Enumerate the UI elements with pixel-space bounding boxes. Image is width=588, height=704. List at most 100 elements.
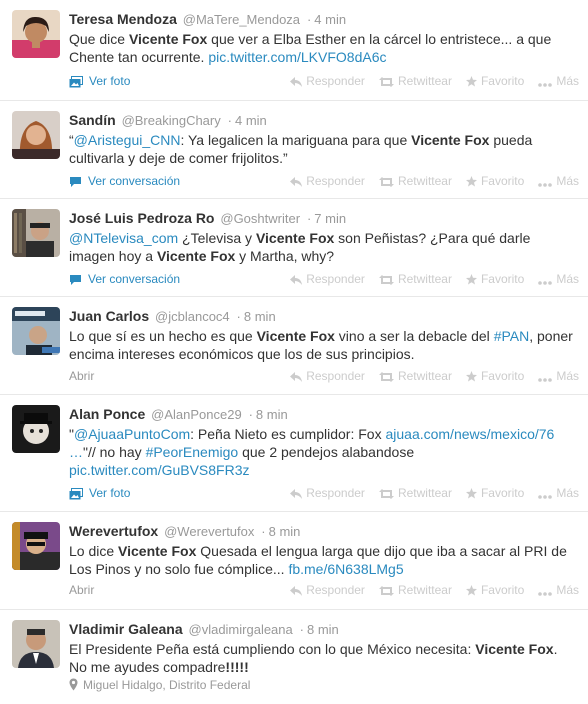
favorite-button[interactable]: Favorito [465, 271, 524, 289]
retweet-icon [378, 487, 394, 503]
view-conversation-link[interactable]: Ver conversación [69, 271, 180, 290]
retweet-button[interactable]: Retwittear [378, 368, 452, 386]
expand-label: Ver conversación [88, 272, 181, 286]
tweet-header: José Luis Pedroza Ro @Goshtwriter · 7 min [69, 208, 579, 228]
tweet[interactable]: José Luis Pedroza Ro @Goshtwriter · 7 min… [0, 199, 588, 297]
more-button[interactable]: Más [538, 73, 579, 91]
tweet[interactable]: Sandín @BreakingChary · 4 min “@Aristegui… [0, 101, 588, 199]
favorite-button[interactable]: Favorito [465, 582, 524, 600]
avatar[interactable] [12, 10, 60, 58]
author-name[interactable]: Werevertufox [69, 523, 158, 539]
avatar[interactable] [12, 620, 60, 668]
more-dots-icon [538, 584, 553, 600]
photo-icon [69, 76, 83, 92]
avatar[interactable] [12, 307, 60, 355]
retweet-button[interactable]: Retwittear [378, 73, 452, 91]
more-button[interactable]: Más [538, 368, 579, 386]
tweet-text-segment: y Martha, why? [235, 248, 335, 264]
action-label: Retwittear [397, 272, 452, 286]
separator-dot: · [248, 407, 253, 422]
tweet-time[interactable]: 7 min [314, 211, 346, 226]
tweet-time[interactable]: 8 min [244, 309, 276, 324]
author-name[interactable]: Juan Carlos [69, 308, 149, 324]
tweet[interactable]: Vladimir Galeana @vladimirgaleana · 8 min… [0, 610, 588, 704]
tweet-actions: Responder Retwittear Favorito Más [276, 582, 579, 600]
highlighted-term: Vicente Fox [118, 543, 197, 559]
tweet-link[interactable]: @AjuaaPuntoCom [74, 426, 190, 442]
reply-button[interactable]: Responder [290, 73, 365, 91]
tweet-link[interactable]: @NTelevisa_com [69, 230, 178, 246]
retweet-button[interactable]: Retwittear [378, 582, 452, 600]
author-username[interactable]: @MaTere_Mendoza [183, 12, 300, 27]
author-name[interactable]: Teresa Mendoza [69, 11, 177, 27]
reply-button[interactable]: Responder [290, 368, 365, 386]
more-button[interactable]: Más [538, 173, 579, 191]
action-label: Más [556, 486, 579, 500]
avatar[interactable] [12, 522, 60, 570]
tweet[interactable]: Teresa Mendoza @MaTere_Mendoza · 4 min Qu… [0, 0, 588, 101]
retweet-button[interactable]: Retwittear [378, 271, 452, 289]
tweet-link[interactable]: #PAN [494, 328, 530, 344]
reply-icon [290, 75, 303, 91]
tweet-time[interactable]: 4 min [235, 113, 267, 128]
avatar[interactable] [12, 405, 60, 453]
tweet-time[interactable]: 4 min [314, 12, 346, 27]
open-tweet-link[interactable]: Abrir [69, 368, 94, 384]
author-username[interactable]: @Goshtwriter [220, 211, 300, 226]
more-button[interactable]: Más [538, 271, 579, 289]
favorite-button[interactable]: Favorito [465, 173, 524, 191]
author-username[interactable]: @BreakingChary [122, 113, 221, 128]
favorite-button[interactable]: Favorito [465, 368, 524, 386]
author-username[interactable]: @Werevertufox [164, 524, 254, 539]
avatar[interactable] [12, 209, 60, 257]
action-label: Responder [306, 583, 365, 597]
view-photo-link[interactable]: Ver foto [69, 485, 130, 504]
reply-button[interactable]: Responder [290, 582, 365, 600]
author-name[interactable]: Alan Ponce [69, 406, 145, 422]
tweet-link[interactable]: pic.twitter.com/LKVFO8dA6c [208, 49, 386, 65]
favorite-button[interactable]: Favorito [465, 485, 524, 503]
author-username[interactable]: @AlanPonce29 [151, 407, 242, 422]
tweet[interactable]: Juan Carlos @jcblancoc4 · 8 min Lo que sí… [0, 297, 588, 395]
separator-dot: · [306, 12, 312, 27]
tweet-link[interactable]: #PeorEnemigo [146, 444, 239, 460]
separator-dot: · [236, 309, 241, 324]
favorite-star-icon [465, 487, 477, 503]
tweet-time[interactable]: 8 min [269, 524, 301, 539]
retweet-button[interactable]: Retwittear [378, 173, 452, 191]
more-button[interactable]: Más [538, 582, 579, 600]
more-dots-icon [538, 273, 553, 289]
tweet-footer: Ver foto Responder Retwittear Favorito Más [69, 73, 579, 89]
more-button[interactable]: Más [538, 485, 579, 503]
tweet-actions: Responder Retwittear Favorito Más [276, 271, 579, 289]
author-name[interactable]: José Luis Pedroza Ro [69, 210, 214, 226]
reply-button[interactable]: Responder [290, 485, 365, 503]
author-username[interactable]: @jcblancoc4 [155, 309, 230, 324]
tweet-link[interactable]: @Aristegui_CNN [74, 132, 181, 148]
tweet-link[interactable]: pic.twitter.com/GuBVS8FR3z [69, 462, 250, 478]
avatar[interactable] [12, 111, 60, 159]
action-label: Responder [306, 74, 365, 88]
retweet-button[interactable]: Retwittear [378, 485, 452, 503]
tweet-time[interactable]: 8 min [256, 407, 288, 422]
tweet-content: Sandín @BreakingChary · 4 min “@Aristegui… [69, 110, 579, 167]
view-conversation-link[interactable]: Ver conversación [69, 173, 180, 192]
favorite-button[interactable]: Favorito [465, 73, 524, 91]
location-pin-icon [69, 678, 78, 695]
author-username[interactable]: @vladimirgaleana [189, 622, 293, 637]
view-photo-link[interactable]: Ver foto [69, 73, 130, 92]
author-name[interactable]: Vladimir Galeana [69, 621, 183, 637]
location-label: Miguel Hidalgo, Distrito Federal [83, 678, 251, 692]
tweet-time[interactable]: 8 min [307, 622, 339, 637]
reply-button[interactable]: Responder [290, 173, 365, 191]
separator-dot: · [227, 113, 232, 128]
tweet-location[interactable]: Miguel Hidalgo, Distrito Federal [69, 677, 250, 695]
tweet[interactable]: Alan Ponce @AlanPonce29 · 8 min "@AjuaaPu… [0, 395, 588, 512]
author-name[interactable]: Sandín [69, 112, 116, 128]
open-tweet-link[interactable]: Abrir [69, 582, 94, 598]
tweet[interactable]: Werevertufox @Werevertufox · 8 min Lo dic… [0, 512, 588, 610]
reply-button[interactable]: Responder [290, 271, 365, 289]
expand-label: Abrir [69, 583, 95, 597]
tweet-content: Alan Ponce @AlanPonce29 · 8 min "@AjuaaPu… [69, 404, 579, 479]
tweet-link[interactable]: fb.me/6N638LMg5 [288, 561, 403, 577]
